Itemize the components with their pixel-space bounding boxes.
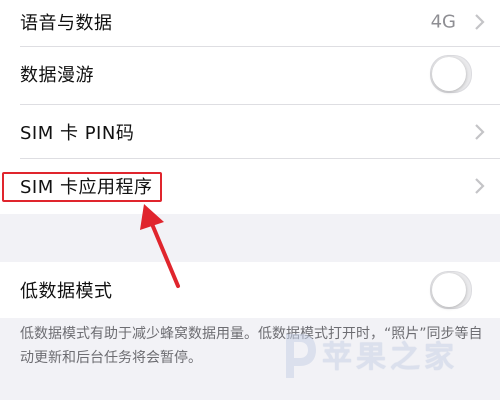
red-arrow-icon [140, 204, 180, 288]
watermark-text: 苹果之家 [322, 340, 458, 375]
data-roaming-toggle[interactable] [430, 55, 472, 93]
watermark: 苹果之家 [276, 328, 496, 392]
chevron-right-icon [475, 178, 485, 194]
highlight-box [2, 172, 162, 202]
separator [20, 46, 500, 47]
sim-pin-row[interactable]: SIM 卡 PIN码 [0, 106, 500, 158]
chevron-right-icon [475, 14, 485, 30]
voice-data-value: 4G [430, 11, 456, 33]
toggle-knob [432, 273, 466, 307]
data-roaming-row: 数据漫游 [0, 48, 500, 100]
voice-data-row[interactable]: 语音与数据 4G [0, 0, 500, 44]
low-data-mode-group: 低数据模式 [0, 262, 500, 318]
low-data-mode-row: 低数据模式 [0, 264, 500, 316]
data-roaming-label: 数据漫游 [20, 65, 94, 86]
chevron-right-icon [475, 124, 485, 140]
sim-pin-label: SIM 卡 PIN码 [20, 123, 135, 144]
voice-data-label: 语音与数据 [20, 13, 113, 34]
low-data-mode-toggle[interactable] [430, 271, 472, 309]
low-data-mode-label: 低数据模式 [20, 281, 113, 302]
toggle-knob [432, 57, 466, 91]
separator [20, 104, 500, 105]
separator [20, 158, 500, 159]
p-logo-icon [286, 334, 316, 378]
